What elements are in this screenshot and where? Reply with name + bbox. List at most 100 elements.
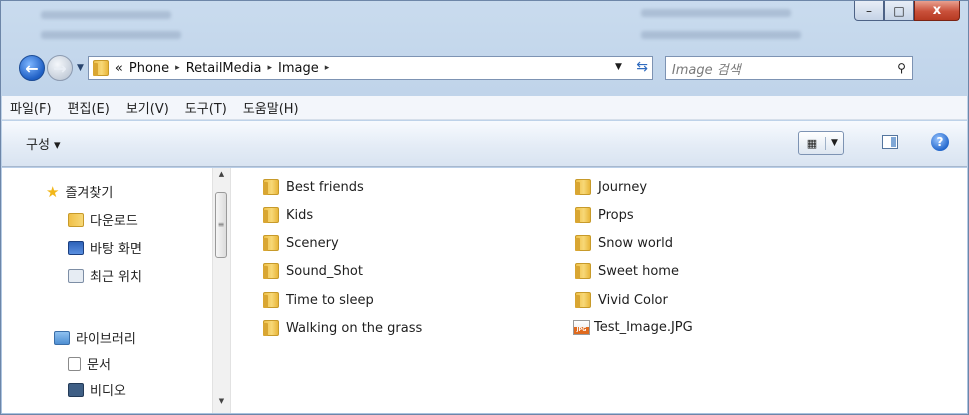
file-label: Journey bbox=[598, 179, 648, 195]
menu-view[interactable]: 보기(V) bbox=[126, 98, 169, 117]
close-button[interactable]: x bbox=[914, 1, 960, 21]
search-input[interactable]: Image 검색 ⚲ bbox=[664, 56, 913, 80]
nav-label: 라이브러리 bbox=[76, 332, 136, 347]
recent-pages-dropdown[interactable]: ▼ bbox=[77, 63, 84, 73]
preview-pane-icon[interactable] bbox=[882, 135, 898, 149]
blurred-title-text bbox=[41, 11, 171, 19]
nav-label: 비디오 bbox=[90, 384, 126, 399]
folder-icon bbox=[575, 179, 591, 195]
file-label: Scenery bbox=[286, 235, 339, 251]
file-list: Best friends Kids Scenery Sound_Shot Tim… bbox=[228, 168, 967, 413]
video-icon bbox=[68, 382, 84, 397]
navigation-row: ← → ▼ « Phone ▸ RetailMedia ▸ Image ▸ ▼ … bbox=[19, 51, 960, 85]
nav-item-documents[interactable]: 문서 bbox=[68, 354, 111, 373]
breadcrumb-phone[interactable]: Phone bbox=[129, 61, 169, 76]
blurred-title-text bbox=[641, 9, 791, 17]
folder-item[interactable]: Vivid Color bbox=[575, 292, 668, 308]
organize-button[interactable]: 구성 ▾ bbox=[26, 134, 61, 153]
search-icon[interactable]: ⚲ bbox=[897, 61, 906, 75]
window-caption-buttons: – □ x bbox=[854, 1, 960, 21]
address-dropdown-icon[interactable]: ▼ bbox=[615, 62, 622, 72]
library-icon bbox=[54, 330, 70, 345]
minimize-button[interactable]: – bbox=[854, 1, 884, 21]
desktop-icon bbox=[68, 240, 84, 255]
breadcrumb-overflow[interactable]: « bbox=[115, 61, 123, 76]
folder-icon bbox=[575, 235, 591, 251]
menu-bar: 파일(F) 편집(E) 보기(V) 도구(T) 도움말(H) bbox=[2, 96, 967, 120]
nav-item-downloads[interactable]: 다운로드 bbox=[68, 210, 138, 229]
folder-item[interactable]: Kids bbox=[263, 207, 313, 223]
folder-icon bbox=[263, 292, 279, 308]
file-label: Vivid Color bbox=[598, 292, 668, 308]
star-icon: ★ bbox=[46, 182, 60, 201]
folder-item[interactable]: Time to sleep bbox=[263, 292, 374, 308]
breadcrumb-image[interactable]: Image bbox=[278, 61, 319, 76]
folder-item[interactable]: Props bbox=[575, 207, 634, 223]
arrow-left-icon: ← bbox=[25, 58, 39, 78]
search-placeholder: Image 검색 bbox=[671, 62, 741, 78]
content-area: ★ 즐겨찾기 다운로드 바탕 화면 최근 위치 라이브러리 문서 비디오 ▲ ≡… bbox=[2, 168, 967, 413]
folder-icon bbox=[263, 235, 279, 251]
folder-item[interactable]: Sound_Shot bbox=[263, 263, 363, 279]
file-item[interactable]: Test_Image.JPG bbox=[573, 320, 693, 335]
file-label: Snow world bbox=[598, 235, 674, 251]
document-icon bbox=[68, 356, 81, 371]
nav-label: 문서 bbox=[87, 358, 111, 373]
menu-edit[interactable]: 편집(E) bbox=[68, 98, 110, 117]
file-label: Walking on the grass bbox=[286, 320, 423, 336]
folder-item[interactable]: Journey bbox=[575, 179, 647, 195]
downloads-icon bbox=[68, 212, 84, 227]
file-label: Sweet home bbox=[598, 263, 679, 279]
folder-icon bbox=[263, 179, 279, 195]
folder-icon bbox=[575, 207, 591, 223]
file-label: Sound_Shot bbox=[286, 263, 363, 279]
command-bar: 구성 ▾ ▦ ▼ ? bbox=[2, 121, 967, 167]
file-label: Time to sleep bbox=[286, 292, 374, 308]
file-label: Best friends bbox=[286, 179, 364, 195]
folder-item[interactable]: Snow world bbox=[575, 235, 673, 251]
scrollbar-thumb[interactable]: ≡ bbox=[215, 192, 227, 258]
explorer-window: – □ x ← → ▼ « Phone ▸ RetailMedia ▸ Imag… bbox=[0, 0, 969, 415]
folder-item[interactable]: Best friends bbox=[263, 179, 364, 195]
address-bar[interactable]: « Phone ▸ RetailMedia ▸ Image ▸ ▼ ⇆ bbox=[87, 56, 653, 80]
refresh-icon[interactable]: ⇆ bbox=[636, 59, 648, 75]
folder-item[interactable]: Walking on the grass bbox=[263, 320, 422, 336]
nav-label: 바탕 화면 bbox=[90, 242, 142, 257]
blurred-title-text bbox=[641, 31, 801, 39]
forward-button[interactable]: → bbox=[47, 55, 73, 81]
nav-label: 다운로드 bbox=[90, 214, 138, 229]
menu-file[interactable]: 파일(F) bbox=[10, 98, 52, 117]
breadcrumb-separator-icon[interactable]: ▸ bbox=[175, 63, 180, 73]
view-grid-icon[interactable]: ▦ bbox=[799, 136, 826, 150]
jpg-file-icon bbox=[573, 320, 590, 335]
folder-icon bbox=[263, 320, 279, 336]
file-label: Kids bbox=[286, 207, 314, 223]
file-label: Test_Image.JPG bbox=[594, 320, 693, 335]
folder-icon bbox=[263, 263, 279, 279]
chevron-down-icon[interactable]: ▼ bbox=[826, 138, 843, 148]
nav-libraries[interactable]: 라이브러리 bbox=[54, 328, 136, 347]
folder-item[interactable]: Sweet home bbox=[575, 263, 679, 279]
change-view-button[interactable]: ▦ ▼ bbox=[798, 131, 844, 155]
menu-help[interactable]: 도움말(H) bbox=[243, 98, 299, 117]
folder-icon bbox=[92, 60, 109, 76]
nav-item-videos[interactable]: 비디오 bbox=[68, 380, 126, 399]
maximize-button[interactable]: □ bbox=[884, 1, 914, 21]
help-icon[interactable]: ? bbox=[931, 133, 949, 151]
nav-item-desktop[interactable]: 바탕 화면 bbox=[68, 238, 142, 257]
arrow-right-icon: → bbox=[53, 58, 67, 78]
menu-tools[interactable]: 도구(T) bbox=[185, 98, 227, 117]
folder-icon bbox=[575, 263, 591, 279]
folder-icon bbox=[575, 292, 591, 308]
folder-icon bbox=[263, 207, 279, 223]
file-label: Props bbox=[598, 207, 634, 223]
breadcrumb-separator-icon[interactable]: ▸ bbox=[325, 63, 330, 73]
folder-item[interactable]: Scenery bbox=[263, 235, 339, 251]
back-button[interactable]: ← bbox=[19, 55, 45, 81]
nav-favorites[interactable]: ★ 즐겨찾기 bbox=[46, 182, 113, 202]
nav-label: 최근 위치 bbox=[90, 270, 142, 285]
navigation-pane: ★ 즐겨찾기 다운로드 바탕 화면 최근 위치 라이브러리 문서 비디오 bbox=[2, 168, 212, 413]
nav-item-recent-places[interactable]: 최근 위치 bbox=[68, 266, 142, 285]
breadcrumb-separator-icon[interactable]: ▸ bbox=[267, 63, 272, 73]
breadcrumb-retailmedia[interactable]: RetailMedia bbox=[186, 61, 262, 76]
